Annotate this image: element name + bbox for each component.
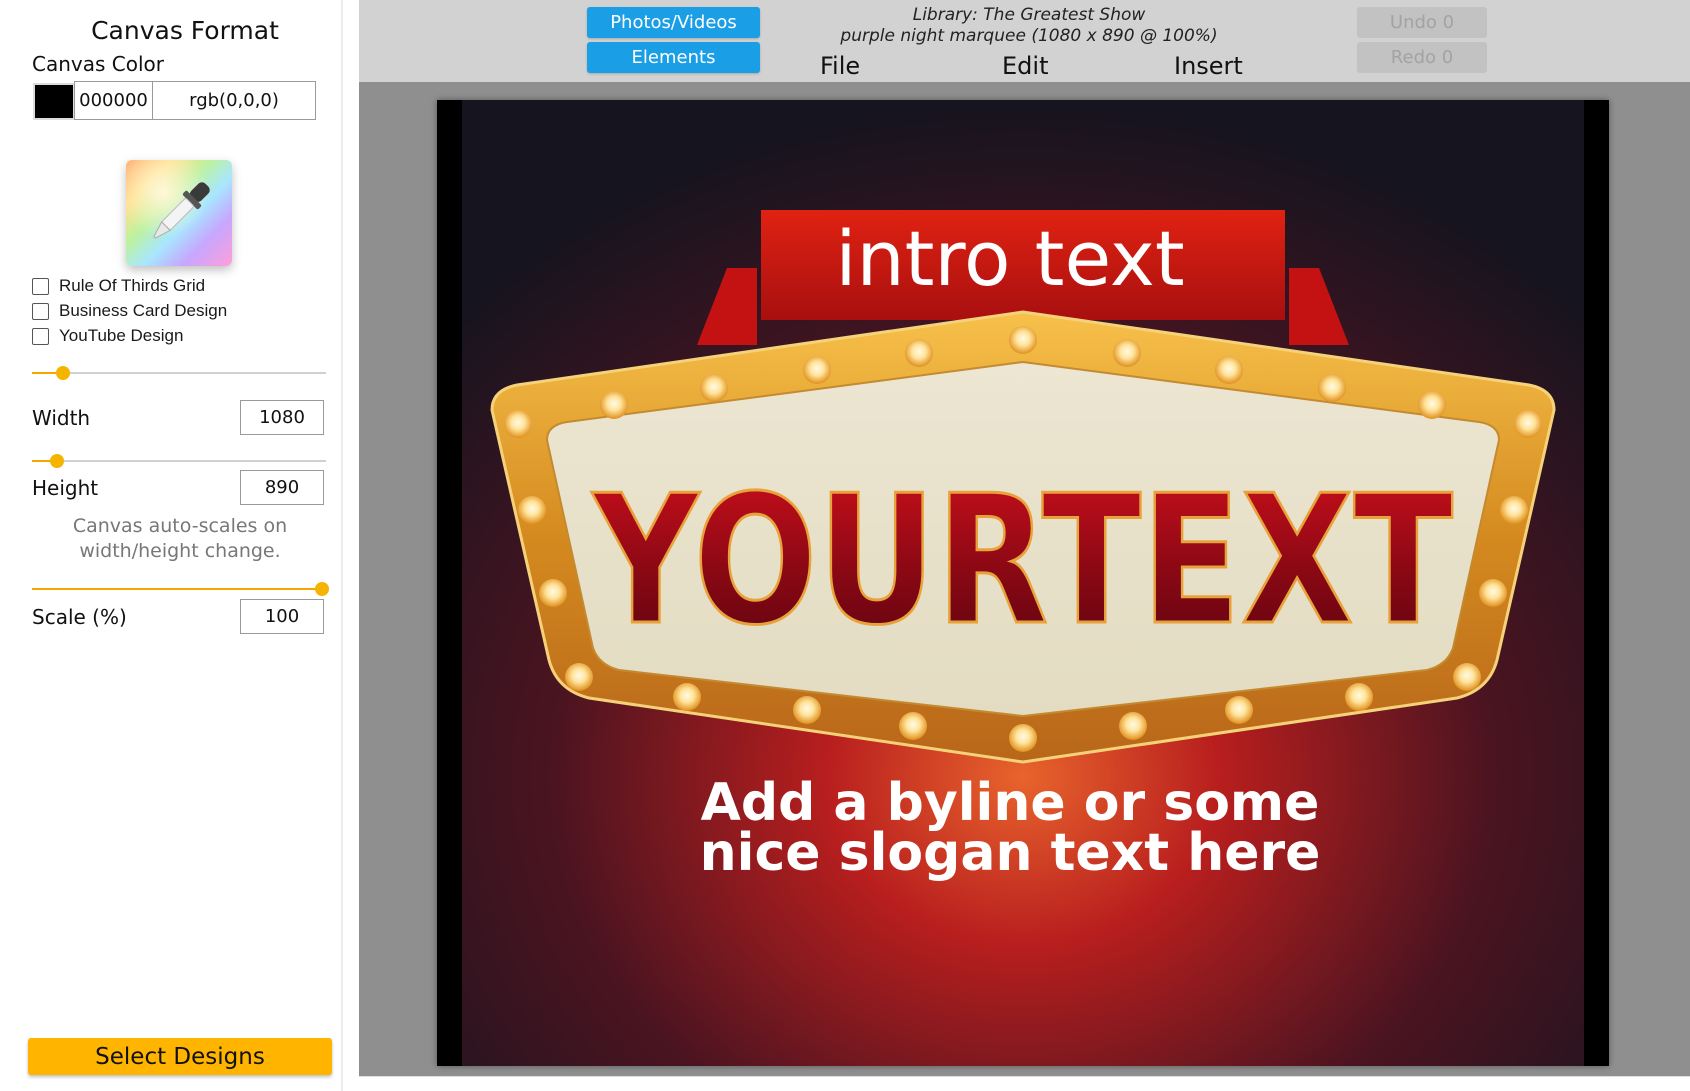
checkbox-label: Business Card Design — [59, 301, 228, 320]
eyedropper-icon — [153, 182, 210, 239]
byline-line-2[interactable]: nice slogan text here — [700, 823, 1321, 883]
height-label: Height — [32, 476, 99, 500]
height-input[interactable]: 890 — [240, 470, 324, 505]
checkbox-label: YouTube Design — [59, 326, 184, 345]
menu-file[interactable]: File — [820, 52, 860, 80]
slider-track — [32, 372, 326, 374]
rgb-color-input[interactable]: rgb(0,0,0) — [152, 81, 316, 120]
scale-slider[interactable] — [32, 580, 329, 598]
checkbox-box[interactable] — [32, 302, 49, 320]
top-toolbar: Photos/Videos Elements Library: The Grea… — [359, 0, 1690, 82]
checkbox-label: Rule Of Thirds Grid — [59, 276, 206, 295]
color-picker-button[interactable] — [126, 160, 232, 266]
slider-thumb[interactable] — [56, 366, 70, 380]
elements-button[interactable]: Elements — [587, 42, 760, 73]
business-card-checkbox[interactable]: Business Card Design — [32, 301, 227, 321]
undo-button[interactable]: Undo 0 — [1357, 7, 1487, 38]
scale-input[interactable]: 100 — [240, 599, 324, 634]
slider-track — [32, 460, 326, 462]
menu-edit[interactable]: Edit — [1002, 52, 1048, 80]
panel-title: Canvas Format — [91, 16, 279, 45]
rule-of-thirds-checkbox[interactable]: Rule Of Thirds Grid — [32, 276, 205, 296]
workspace-footer — [359, 1076, 1690, 1091]
library-title: Library: The Greatest Show — [912, 5, 1146, 25]
width-input[interactable]: 1080 — [240, 400, 324, 435]
width-slider[interactable] — [32, 364, 326, 382]
marquee-design: intro text YOURTEXT Add a byline or some… — [437, 100, 1609, 1066]
app: Canvas Format Canvas Color 000000 rgb(0,… — [0, 0, 1690, 1091]
redo-button[interactable]: Redo 0 — [1357, 42, 1487, 73]
canvas-format-panel: Canvas Format Canvas Color 000000 rgb(0,… — [0, 0, 343, 1091]
height-slider[interactable] — [32, 452, 326, 470]
menu-insert[interactable]: Insert — [1174, 52, 1243, 80]
checkbox-box[interactable] — [32, 277, 49, 295]
width-label: Width — [32, 406, 91, 430]
scale-label: Scale (%) — [32, 605, 127, 629]
photos-videos-button[interactable]: Photos/Videos — [587, 7, 760, 38]
main-title-text[interactable]: YOURTEXT — [590, 456, 1455, 666]
slider-fill — [32, 588, 322, 590]
youtube-design-checkbox[interactable]: YouTube Design — [32, 326, 183, 346]
select-designs-button[interactable]: Select Designs — [28, 1038, 332, 1075]
design-info: purple night marquee (1080 x 890 @ 100%) — [840, 26, 1218, 46]
auto-scale-note: Canvas auto-scales on width/height chang… — [72, 515, 288, 562]
color-swatch[interactable] — [33, 83, 75, 120]
hex-color-input[interactable]: 000000 — [74, 81, 153, 120]
design-canvas[interactable]: intro text YOURTEXT Add a byline or some… — [437, 100, 1609, 1066]
slider-thumb[interactable] — [315, 582, 329, 596]
intro-text[interactable]: intro text — [835, 214, 1184, 303]
canvas-color-label: Canvas Color — [32, 52, 164, 76]
slider-thumb[interactable] — [50, 454, 64, 468]
checkbox-box[interactable] — [32, 327, 49, 345]
